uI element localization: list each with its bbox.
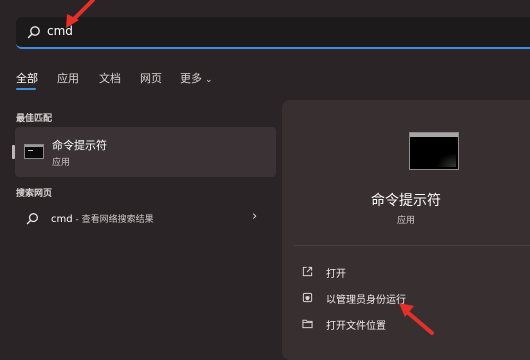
annotation-arrow-search bbox=[70, 0, 95, 23]
annotation-arrows bbox=[66, 0, 434, 335]
annotation-arrow-admin bbox=[404, 309, 434, 335]
